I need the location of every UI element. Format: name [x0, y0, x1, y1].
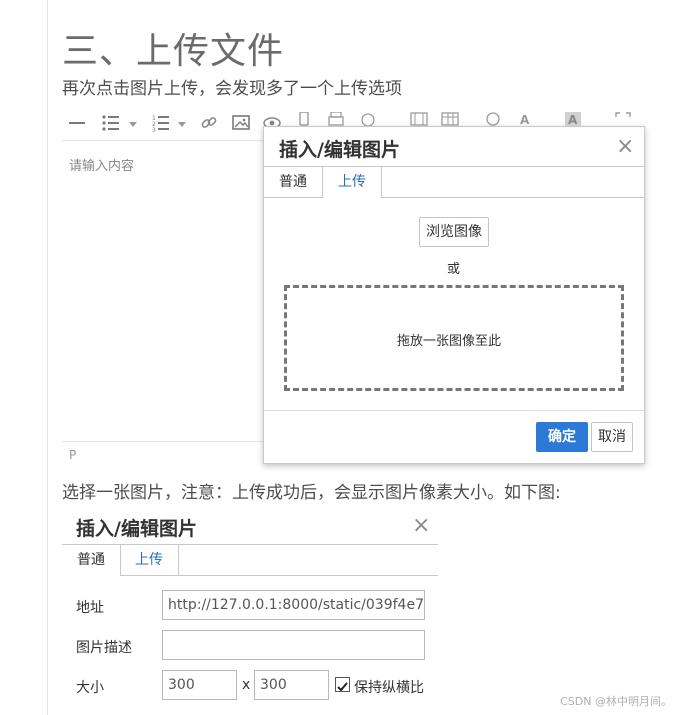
description-label: 图片描述 — [76, 640, 132, 656]
instruction-text: 选择一张图片，注意：上传成功后，会显示图片像素大小。如下图: — [62, 483, 561, 503]
page-left-border — [47, 0, 48, 715]
drop-zone-text: 拖放一张图像至此 — [397, 334, 502, 349]
tab-upload[interactable]: 上传 — [120, 545, 179, 575]
svg-text:3: 3 — [152, 127, 156, 134]
media-icon[interactable] — [410, 112, 428, 134]
image-dialog-general: 插入/编辑图片 × 普通 上传 地址 http://127.0.0.1:8000… — [62, 506, 438, 715]
text-color-icon[interactable]: A — [518, 112, 532, 134]
chevron-down-icon[interactable] — [178, 122, 186, 127]
time-icon[interactable] — [360, 112, 376, 134]
background-color-icon[interactable]: A — [565, 112, 581, 134]
numbered-list-icon[interactable]: 123 — [152, 112, 170, 134]
horizontal-rule-icon[interactable] — [68, 112, 86, 134]
or-text: 或 — [447, 262, 461, 277]
editor-statusbar — [62, 441, 287, 468]
drop-zone[interactable]: 拖放一张图像至此 — [284, 285, 624, 391]
browse-image-button[interactable]: 浏览图像 — [419, 217, 489, 247]
print-icon[interactable] — [328, 112, 344, 134]
fullscreen-icon[interactable] — [615, 112, 631, 134]
description-input[interactable] — [162, 630, 425, 660]
watermark: CSDN @林中明月间。 — [560, 695, 672, 708]
element-path[interactable]: P — [69, 448, 76, 462]
image-icon[interactable] — [232, 112, 250, 134]
close-icon[interactable]: × — [616, 136, 634, 158]
tab-upload[interactable]: 上传 — [322, 167, 382, 198]
cancel-button[interactable]: 取消 — [591, 422, 633, 452]
size-label: 大小 — [76, 680, 104, 696]
emoji-icon[interactable] — [485, 112, 501, 134]
table-icon[interactable] — [441, 112, 459, 134]
page-heading: 三、上传文件 — [62, 31, 285, 72]
svg-text:A: A — [568, 113, 578, 126]
editor-placeholder: 请输入内容 — [69, 159, 135, 174]
svg-text:A: A — [520, 113, 530, 126]
close-icon[interactable]: × — [412, 515, 430, 537]
tab-general[interactable]: 普通 — [264, 167, 322, 197]
address-input[interactable]: http://127.0.0.1:8000/static/039f4e72-09… — [162, 590, 425, 620]
keep-ratio-label: 保持纵横比 — [354, 680, 424, 696]
bullet-list-icon[interactable] — [102, 112, 120, 134]
width-input[interactable]: 300 — [162, 670, 237, 700]
dialog-title: 插入/编辑图片 — [279, 139, 400, 161]
chevron-down-icon[interactable] — [129, 122, 137, 127]
size-separator: x — [242, 677, 251, 693]
tab-general[interactable]: 普通 — [62, 545, 121, 576]
address-label: 地址 — [76, 600, 104, 616]
link-icon[interactable] — [200, 112, 218, 134]
height-input[interactable]: 300 — [254, 670, 329, 700]
checkmark-icon — [337, 682, 348, 692]
keep-ratio-checkbox[interactable] — [335, 677, 350, 692]
dialog-footer-divider — [264, 410, 644, 411]
mobile-icon[interactable] — [298, 112, 310, 134]
ok-button[interactable]: 确定 — [536, 422, 588, 452]
dialog-tabs: 普通 上传 — [264, 166, 644, 198]
dialog-tabs: 普通 上传 — [62, 544, 438, 576]
dialog-title: 插入/编辑图片 — [76, 518, 197, 540]
intro-text: 再次点击图片上传，会发现多了一个上传选项 — [62, 79, 402, 99]
image-dialog-upload: 插入/编辑图片 × 普通 上传 浏览图像 或 拖放一张图像至此 确定 取消 — [263, 126, 645, 464]
